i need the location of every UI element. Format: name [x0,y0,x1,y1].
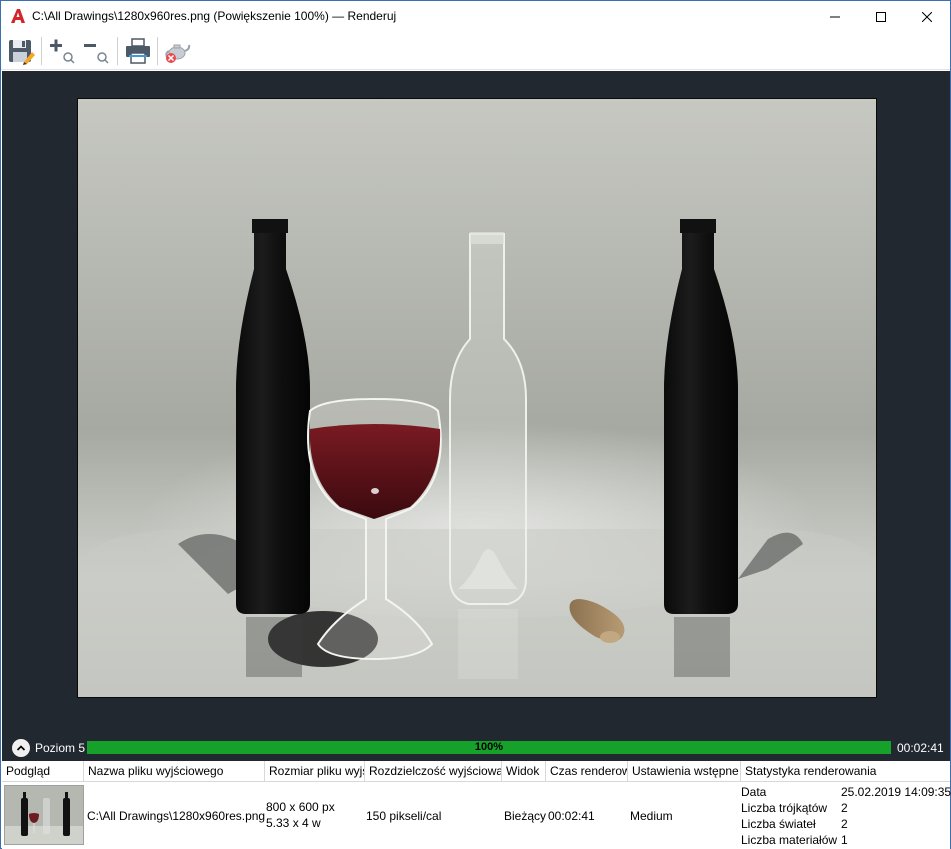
zoom-in-icon [50,39,75,64]
title-bar: C:\All Drawings\1280x960res.png (Powięks… [1,1,950,32]
output-size-px: 800 x 600 px [266,800,335,814]
render-history-table: Podgląd Nazwa pliku wyjściowego Rozmiar … [2,761,951,849]
stat-value-materials: 1 [841,833,848,847]
cancel-render-button[interactable] [160,35,194,67]
render-window: C:\All Drawings\1280x960res.png (Powięks… [0,0,951,849]
collapse-button[interactable] [12,739,30,757]
column-header-preset[interactable]: Ustawienia wstępne [628,761,741,782]
save-icon [9,40,35,65]
chevron-up-icon [16,745,26,751]
print-icon [126,38,150,64]
preview-thumbnail [4,785,84,845]
column-header-preview[interactable]: Podgląd [2,761,84,782]
progress-row: Poziom 5 100% 00:02:41 [2,734,950,761]
output-resolution: 150 pikseli/cal [366,809,442,823]
output-filename: C:\All Drawings\1280x960res.png [87,809,266,823]
toolbar [1,32,950,70]
stat-name-lights: Liczba świateł [741,817,816,831]
teapot-cancel-icon [165,44,191,63]
close-button[interactable] [904,1,950,32]
column-header-view[interactable]: Widok [502,761,546,782]
print-button[interactable] [121,35,155,67]
output-view: Bieżący [504,809,547,823]
render-preset: Medium [630,809,673,823]
render-viewport[interactable] [2,71,950,734]
stat-name-triangles: Liczba trójkątów [741,801,828,815]
table-row[interactable]: C:\All Drawings\1280x960res.png 800 x 60… [2,783,951,848]
elapsed-time: 00:02:41 [897,741,944,755]
stat-value-lights: 2 [841,817,848,831]
maximize-button[interactable] [858,1,904,32]
stat-name-date: Data [741,785,767,799]
toolbar-separator [157,37,158,65]
save-button[interactable] [4,35,38,67]
column-header-statistics[interactable]: Statystyka renderowania [741,761,950,782]
maximize-icon [876,11,886,22]
toolbar-separator [41,37,42,65]
autocad-logo-icon [10,8,26,24]
progress-percent: 100% [474,741,504,753]
zoom-out-icon [84,44,109,64]
zoom-in-button[interactable] [45,35,79,67]
minimize-button[interactable] [812,1,858,32]
window-title: C:\All Drawings\1280x960res.png (Powięks… [32,9,397,23]
toolbar-separator [117,37,118,65]
column-header-filename[interactable]: Nazwa pliku wyjściowego [84,761,265,782]
stat-name-materials: Liczba materiałów [741,833,838,847]
column-header-render-time[interactable]: Czas renderowania [546,761,628,782]
minimize-icon [830,16,840,17]
column-header-resolution[interactable]: Rozdzielczość wyjściowa [365,761,502,782]
stat-value-date: 25.02.2019 14:09:35 [841,785,951,799]
progress-bar: 100% [87,741,891,754]
render-time: 00:02:41 [548,809,595,823]
table-header: Podgląd Nazwa pliku wyjściowego Rozmiar … [2,761,950,782]
rendered-image [77,98,877,698]
zoom-out-button[interactable] [79,35,113,67]
column-header-filesize[interactable]: Rozmiar pliku wyjściowego [265,761,365,782]
stat-value-triangles: 2 [841,801,848,815]
render-level-label: Poziom 5 [35,741,86,755]
output-size-units: 5.33 x 4 w [266,816,321,830]
close-icon [922,11,932,22]
